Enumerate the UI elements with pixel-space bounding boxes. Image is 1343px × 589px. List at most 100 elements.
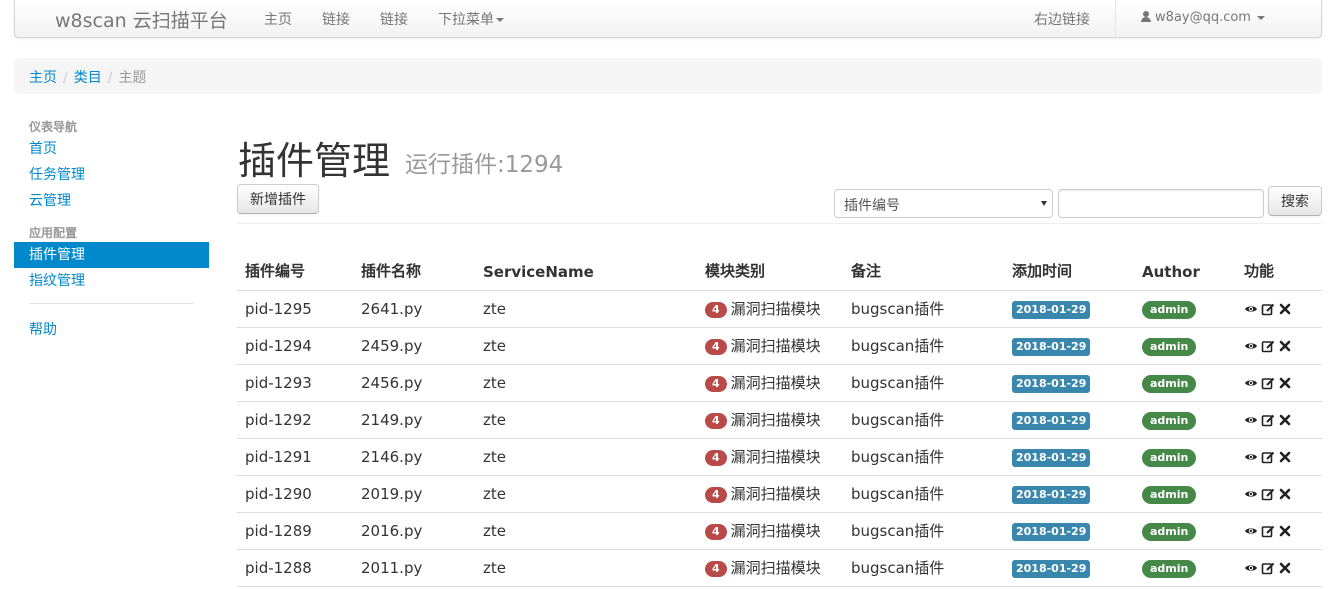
cell-plugin-name: 2011.py [353,549,475,587]
date-label: 2018-01-29 [1012,300,1091,319]
nav-link-1[interactable]: 链接 [322,9,350,29]
table-row: pid-1292 2149.py zte 4 漏洞扫描模块 bugscan插件 2… [237,401,1322,439]
remove-icon[interactable] [1278,413,1292,427]
cell-category: 4 漏洞扫描模块 [697,475,843,513]
eye-icon[interactable] [1244,302,1258,316]
date-label: 2018-01-29 [1012,374,1091,393]
eye-icon[interactable] [1244,561,1258,575]
edit-icon[interactable] [1261,339,1275,353]
breadcrumb-home[interactable]: 主页 [29,70,57,86]
category-text: 漏洞扫描模块 [730,559,821,577]
edit-icon[interactable] [1261,376,1275,390]
nav-dropdown-menu[interactable]: 下拉菜单 [438,9,504,29]
cell-note: bugscan插件 [843,327,1004,365]
caret-down-icon [496,18,504,22]
top-navbar: w8scan 云扫描平台 主页 链接 链接 下拉菜单 右边链接 w8ay@qq.… [14,0,1322,38]
edit-icon[interactable] [1261,487,1275,501]
edit-icon[interactable] [1261,302,1275,316]
cell-service-name: zte [475,438,697,476]
eye-icon[interactable] [1244,450,1258,464]
edit-icon[interactable] [1261,524,1275,538]
category-text: 漏洞扫描模块 [730,448,821,466]
cell-date: 2018-01-29 [1004,290,1134,328]
add-plugin-button[interactable]: 新增插件 [237,184,319,214]
count-badge: 4 [705,339,727,355]
nav-dropdown-label: 下拉菜单 [438,12,494,28]
cell-actions [1236,327,1322,365]
edit-icon[interactable] [1261,450,1275,464]
eye-icon[interactable] [1244,524,1258,538]
breadcrumb: 主页 / 类目 / 主题 [14,58,1322,94]
author-label: admin [1142,559,1197,578]
col-header-date: 添加时间 [1004,253,1134,291]
cell-author: admin [1134,327,1236,365]
cell-category: 4 漏洞扫描模块 [697,512,843,550]
remove-icon[interactable] [1278,487,1292,501]
user-email: w8ay@qq.com [1155,10,1251,25]
brand-logo[interactable]: w8scan 云扫描平台 [55,6,228,33]
cell-plugin-id: pid-1288 [237,549,353,587]
cell-date: 2018-01-29 [1004,512,1134,550]
cell-service-name: zte [475,290,697,328]
nav-link-2[interactable]: 链接 [380,9,408,29]
remove-icon[interactable] [1278,524,1292,538]
edit-icon[interactable] [1261,561,1275,575]
remove-icon[interactable] [1278,450,1292,464]
count-badge: 4 [705,302,727,318]
eye-icon[interactable] [1244,376,1258,390]
eye-icon[interactable] [1244,339,1258,353]
search-field-select[interactable]: 插件编号 [834,189,1053,218]
col-header-note: 备注 [843,253,1004,291]
table-row: pid-1288 2011.py zte 4 漏洞扫描模块 bugscan插件 2… [237,549,1322,587]
cell-plugin-name: 2016.py [353,512,475,550]
remove-icon[interactable] [1278,302,1292,316]
sidebar-item-tasks[interactable]: 任务管理 [14,162,209,188]
table-row: pid-1290 2019.py zte 4 漏洞扫描模块 bugscan插件 2… [237,475,1322,513]
date-label: 2018-01-29 [1012,448,1091,467]
cell-actions [1236,475,1322,513]
cell-author: admin [1134,549,1236,587]
cell-author: admin [1134,401,1236,439]
remove-icon[interactable] [1278,561,1292,575]
remove-icon[interactable] [1278,339,1292,353]
cell-actions [1236,364,1322,402]
table-row: pid-1289 2016.py zte 4 漏洞扫描模块 bugscan插件 2… [237,512,1322,550]
cell-plugin-name: 2459.py [353,327,475,365]
col-header-id: 插件编号 [237,253,353,291]
cell-author: admin [1134,438,1236,476]
cell-service-name: zte [475,401,697,439]
breadcrumb-category[interactable]: 类目 [74,70,102,86]
count-badge: 4 [705,450,727,466]
cell-plugin-name: 2019.py [353,475,475,513]
author-label: admin [1142,411,1197,430]
category-text: 漏洞扫描模块 [730,485,821,503]
cell-note: bugscan插件 [843,401,1004,439]
cell-date: 2018-01-29 [1004,364,1134,402]
search-input[interactable] [1058,189,1264,218]
nav-right-link[interactable]: 右边链接 [1034,9,1090,29]
user-menu[interactable]: w8ay@qq.com [1141,10,1266,25]
cell-date: 2018-01-29 [1004,438,1134,476]
sidebar-item-help[interactable]: 帮助 [14,317,209,343]
eye-icon[interactable] [1244,487,1258,501]
search-button[interactable]: 搜索 [1268,186,1322,216]
edit-icon[interactable] [1261,413,1275,427]
sidebar-item-plugins[interactable]: 插件管理 [14,242,209,268]
sidebar-item-cloud[interactable]: 云管理 [14,188,209,214]
sidebar-item-fingerprints[interactable]: 指纹管理 [14,268,209,294]
date-label: 2018-01-29 [1012,522,1091,541]
cell-date: 2018-01-29 [1004,327,1134,365]
nav-link-home[interactable]: 主页 [264,9,292,29]
cell-date: 2018-01-29 [1004,549,1134,587]
cell-date: 2018-01-29 [1004,475,1134,513]
header-divider [237,223,1322,224]
remove-icon[interactable] [1278,376,1292,390]
sidebar-item-home[interactable]: 首页 [14,136,209,162]
page-title: 插件管理 [238,139,391,183]
col-header-service: ServiceName [475,253,697,291]
col-header-name: 插件名称 [353,253,475,291]
count-badge: 4 [705,413,727,429]
cell-plugin-id: pid-1291 [237,438,353,476]
eye-icon[interactable] [1244,413,1258,427]
table-header-row: 插件编号 插件名称 ServiceName 模块类别 备注 添加时间 Autho… [237,253,1322,291]
